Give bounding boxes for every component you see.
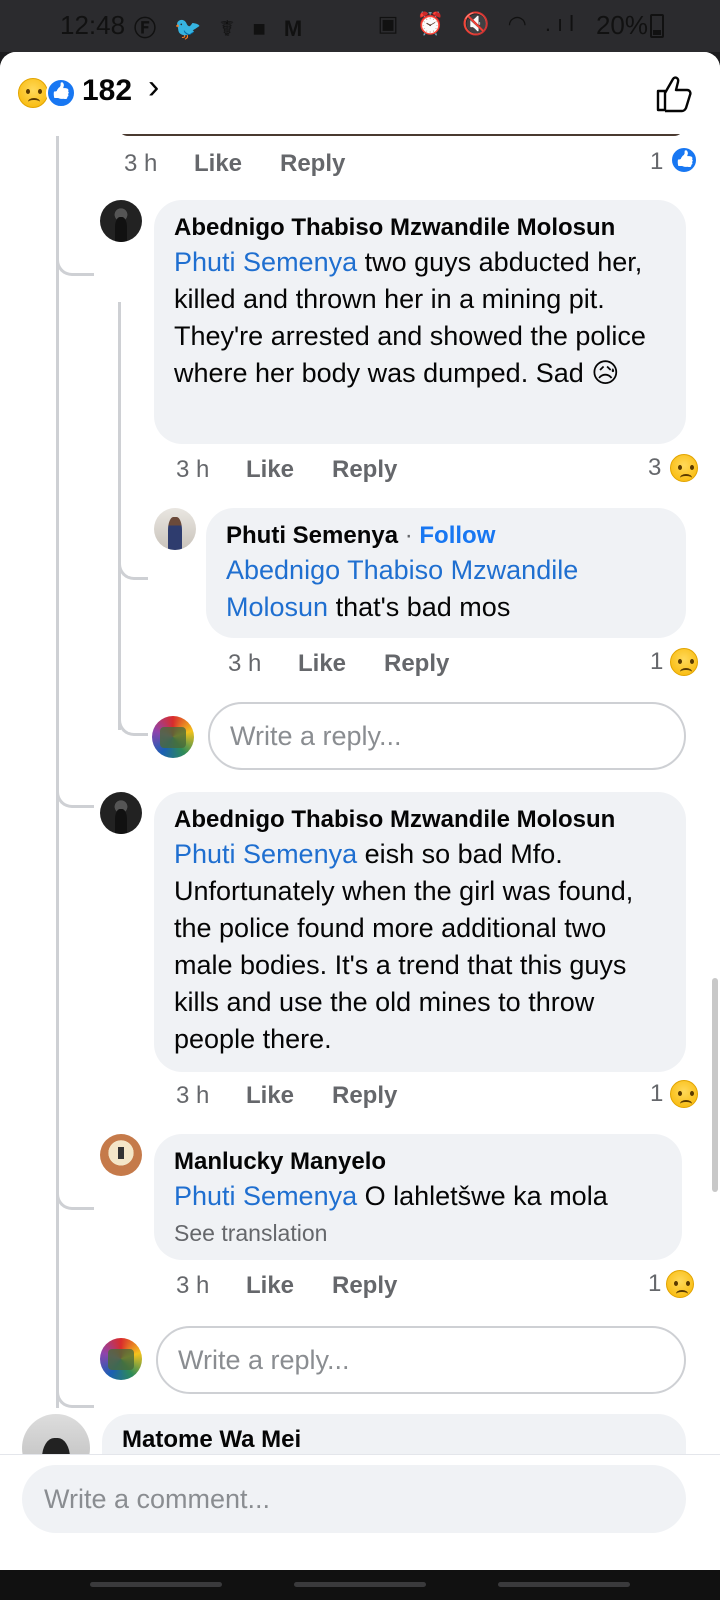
like-button[interactable]: Like: [194, 150, 242, 178]
reply-input[interactable]: Write a reply...: [208, 702, 686, 770]
avatar[interactable]: [154, 508, 196, 550]
sad-emoji-icon[interactable]: [666, 1270, 694, 1298]
sad-emoji-icon[interactable]: [670, 648, 698, 676]
mention-link[interactable]: Phuti Semenya: [174, 1181, 357, 1211]
comment-body: eish so bad Mfo. Unfortunately when the …: [174, 839, 634, 1054]
comment-text: Abednigo Thabiso Mzwandile Molosun that'…: [226, 552, 664, 626]
reply-button[interactable]: Reply: [280, 150, 345, 178]
mention-link[interactable]: Phuti Semenya: [174, 247, 357, 277]
reply-input[interactable]: Write a reply...: [156, 1326, 686, 1394]
reply-button[interactable]: Reply: [384, 650, 449, 678]
comment-time: 3 h: [176, 1082, 210, 1109]
comment-time: 3 h: [176, 456, 210, 483]
comment-author[interactable]: Matome Wa Mei: [122, 1424, 664, 1456]
comment-author-line: Phuti Semenya · Follow: [226, 520, 664, 552]
comment-actions: 3 h Like Reply: [124, 150, 484, 184]
thread-connector: [56, 248, 94, 276]
comments-sheet: 182 › 3 h Like Reply 1 Abednigo Thabiso …: [0, 52, 720, 1570]
nav-recents[interactable]: [90, 1582, 222, 1587]
thumbs-up-outline-icon[interactable]: [654, 74, 694, 114]
comment-actions: 3 h Like Reply: [176, 1082, 536, 1116]
thread-connector: [118, 706, 148, 736]
mention-link[interactable]: Phuti Semenya: [174, 839, 357, 869]
nav-home[interactable]: [294, 1582, 426, 1587]
comment-text: Phuti Semenya O lahletšwe ka mola: [174, 1178, 660, 1215]
thread-line: [56, 136, 59, 1408]
comment-actions: 3 h Like Reply: [176, 456, 536, 490]
like-icon: [46, 78, 76, 108]
see-translation-link[interactable]: See translation: [174, 1217, 660, 1249]
reaction-count[interactable]: 1: [650, 648, 663, 676]
chevron-right-icon[interactable]: ›: [148, 68, 159, 107]
comment-composer: Write a comment...: [0, 1454, 720, 1570]
reactions-header: 182 ›: [0, 52, 720, 134]
status-bar: 12:48 Ⓕ 🐦 ☤ ■ M ▣ ⏰ 🔇 ◠ .ıl 20%: [0, 0, 720, 52]
reply-button[interactable]: Reply: [332, 1082, 397, 1110]
comment-time: 3 h: [228, 650, 262, 677]
battery-percent: 20%: [595, 10, 648, 40]
reaction-count[interactable]: 182: [82, 74, 132, 108]
reply-button[interactable]: Reply: [332, 1272, 397, 1300]
comment-body: O lahletšwe ka mola: [357, 1181, 608, 1211]
avatar[interactable]: [100, 200, 142, 242]
avatar[interactable]: [100, 792, 142, 834]
sad-emoji-icon: [18, 78, 48, 108]
follow-button[interactable]: Follow: [419, 522, 495, 549]
system-nav-bar: [0, 1570, 720, 1600]
thread-connector: [118, 552, 148, 580]
reaction-count[interactable]: 3: [648, 454, 661, 482]
like-button[interactable]: Like: [246, 1272, 294, 1300]
comment-bubble: Abednigo Thabiso Mzwandile Molosun Phuti…: [154, 792, 686, 1072]
status-time: 12:48: [60, 10, 126, 40]
thread-connector: [56, 786, 94, 808]
nav-back[interactable]: [498, 1582, 630, 1587]
notification-icons: Ⓕ 🐦 ☤ ■ M: [134, 16, 309, 41]
comment-author[interactable]: Manlucky Manyelo: [174, 1146, 660, 1178]
reaction-count[interactable]: 1: [648, 1270, 661, 1298]
comment-input[interactable]: Write a comment...: [22, 1465, 686, 1533]
sad-emoji-icon[interactable]: [670, 1080, 698, 1108]
avatar[interactable]: [100, 1134, 142, 1176]
comment-text: Phuti Semenya eish so bad Mfo. Unfortuna…: [174, 836, 664, 1058]
like-icon[interactable]: [670, 146, 698, 174]
comment-actions: 3 h Like Reply: [176, 1272, 536, 1306]
comment-actions: 3 h Like Reply: [228, 650, 588, 684]
battery-icon: [650, 14, 664, 38]
reply-button[interactable]: Reply: [332, 456, 397, 484]
comment-author[interactable]: Abednigo Thabiso Mzwandile Molosun: [174, 212, 664, 244]
thread-connector: [56, 1378, 94, 1408]
thread-line-nested: [118, 302, 121, 730]
comment-text: Phuti Semenya two guys abducted her, kil…: [174, 244, 664, 392]
scrollbar[interactable]: [712, 978, 718, 1192]
reaction-count[interactable]: 1: [650, 148, 663, 176]
comment-bubble: Manlucky Manyelo Phuti Semenya O lahletš…: [154, 1134, 682, 1260]
reaction-count[interactable]: 1: [650, 1080, 663, 1108]
thread-connector: [56, 1188, 94, 1210]
comment-bubble: Abednigo Thabiso Mzwandile Molosun Phuti…: [154, 200, 686, 444]
my-avatar: [152, 716, 194, 758]
sad-emoji-icon[interactable]: [670, 454, 698, 482]
my-avatar: [100, 1338, 142, 1380]
like-button[interactable]: Like: [298, 650, 346, 678]
comment-author[interactable]: Phuti Semenya: [226, 522, 398, 549]
comment-time: 3 h: [176, 1272, 210, 1299]
comment-bubble: Phuti Semenya · Follow Abednigo Thabiso …: [206, 508, 686, 638]
comment-time: 3 h: [124, 150, 158, 177]
like-button[interactable]: Like: [246, 456, 294, 484]
like-button[interactable]: Like: [246, 1082, 294, 1110]
reaction-summary[interactable]: [18, 78, 82, 108]
separator: ·: [398, 522, 420, 549]
comment-body: that's bad mos: [328, 592, 511, 622]
system-icons: ▣ ⏰ 🔇 ◠ .ıl: [377, 11, 580, 36]
comment-author[interactable]: Abednigo Thabiso Mzwandile Molosun: [174, 804, 664, 836]
